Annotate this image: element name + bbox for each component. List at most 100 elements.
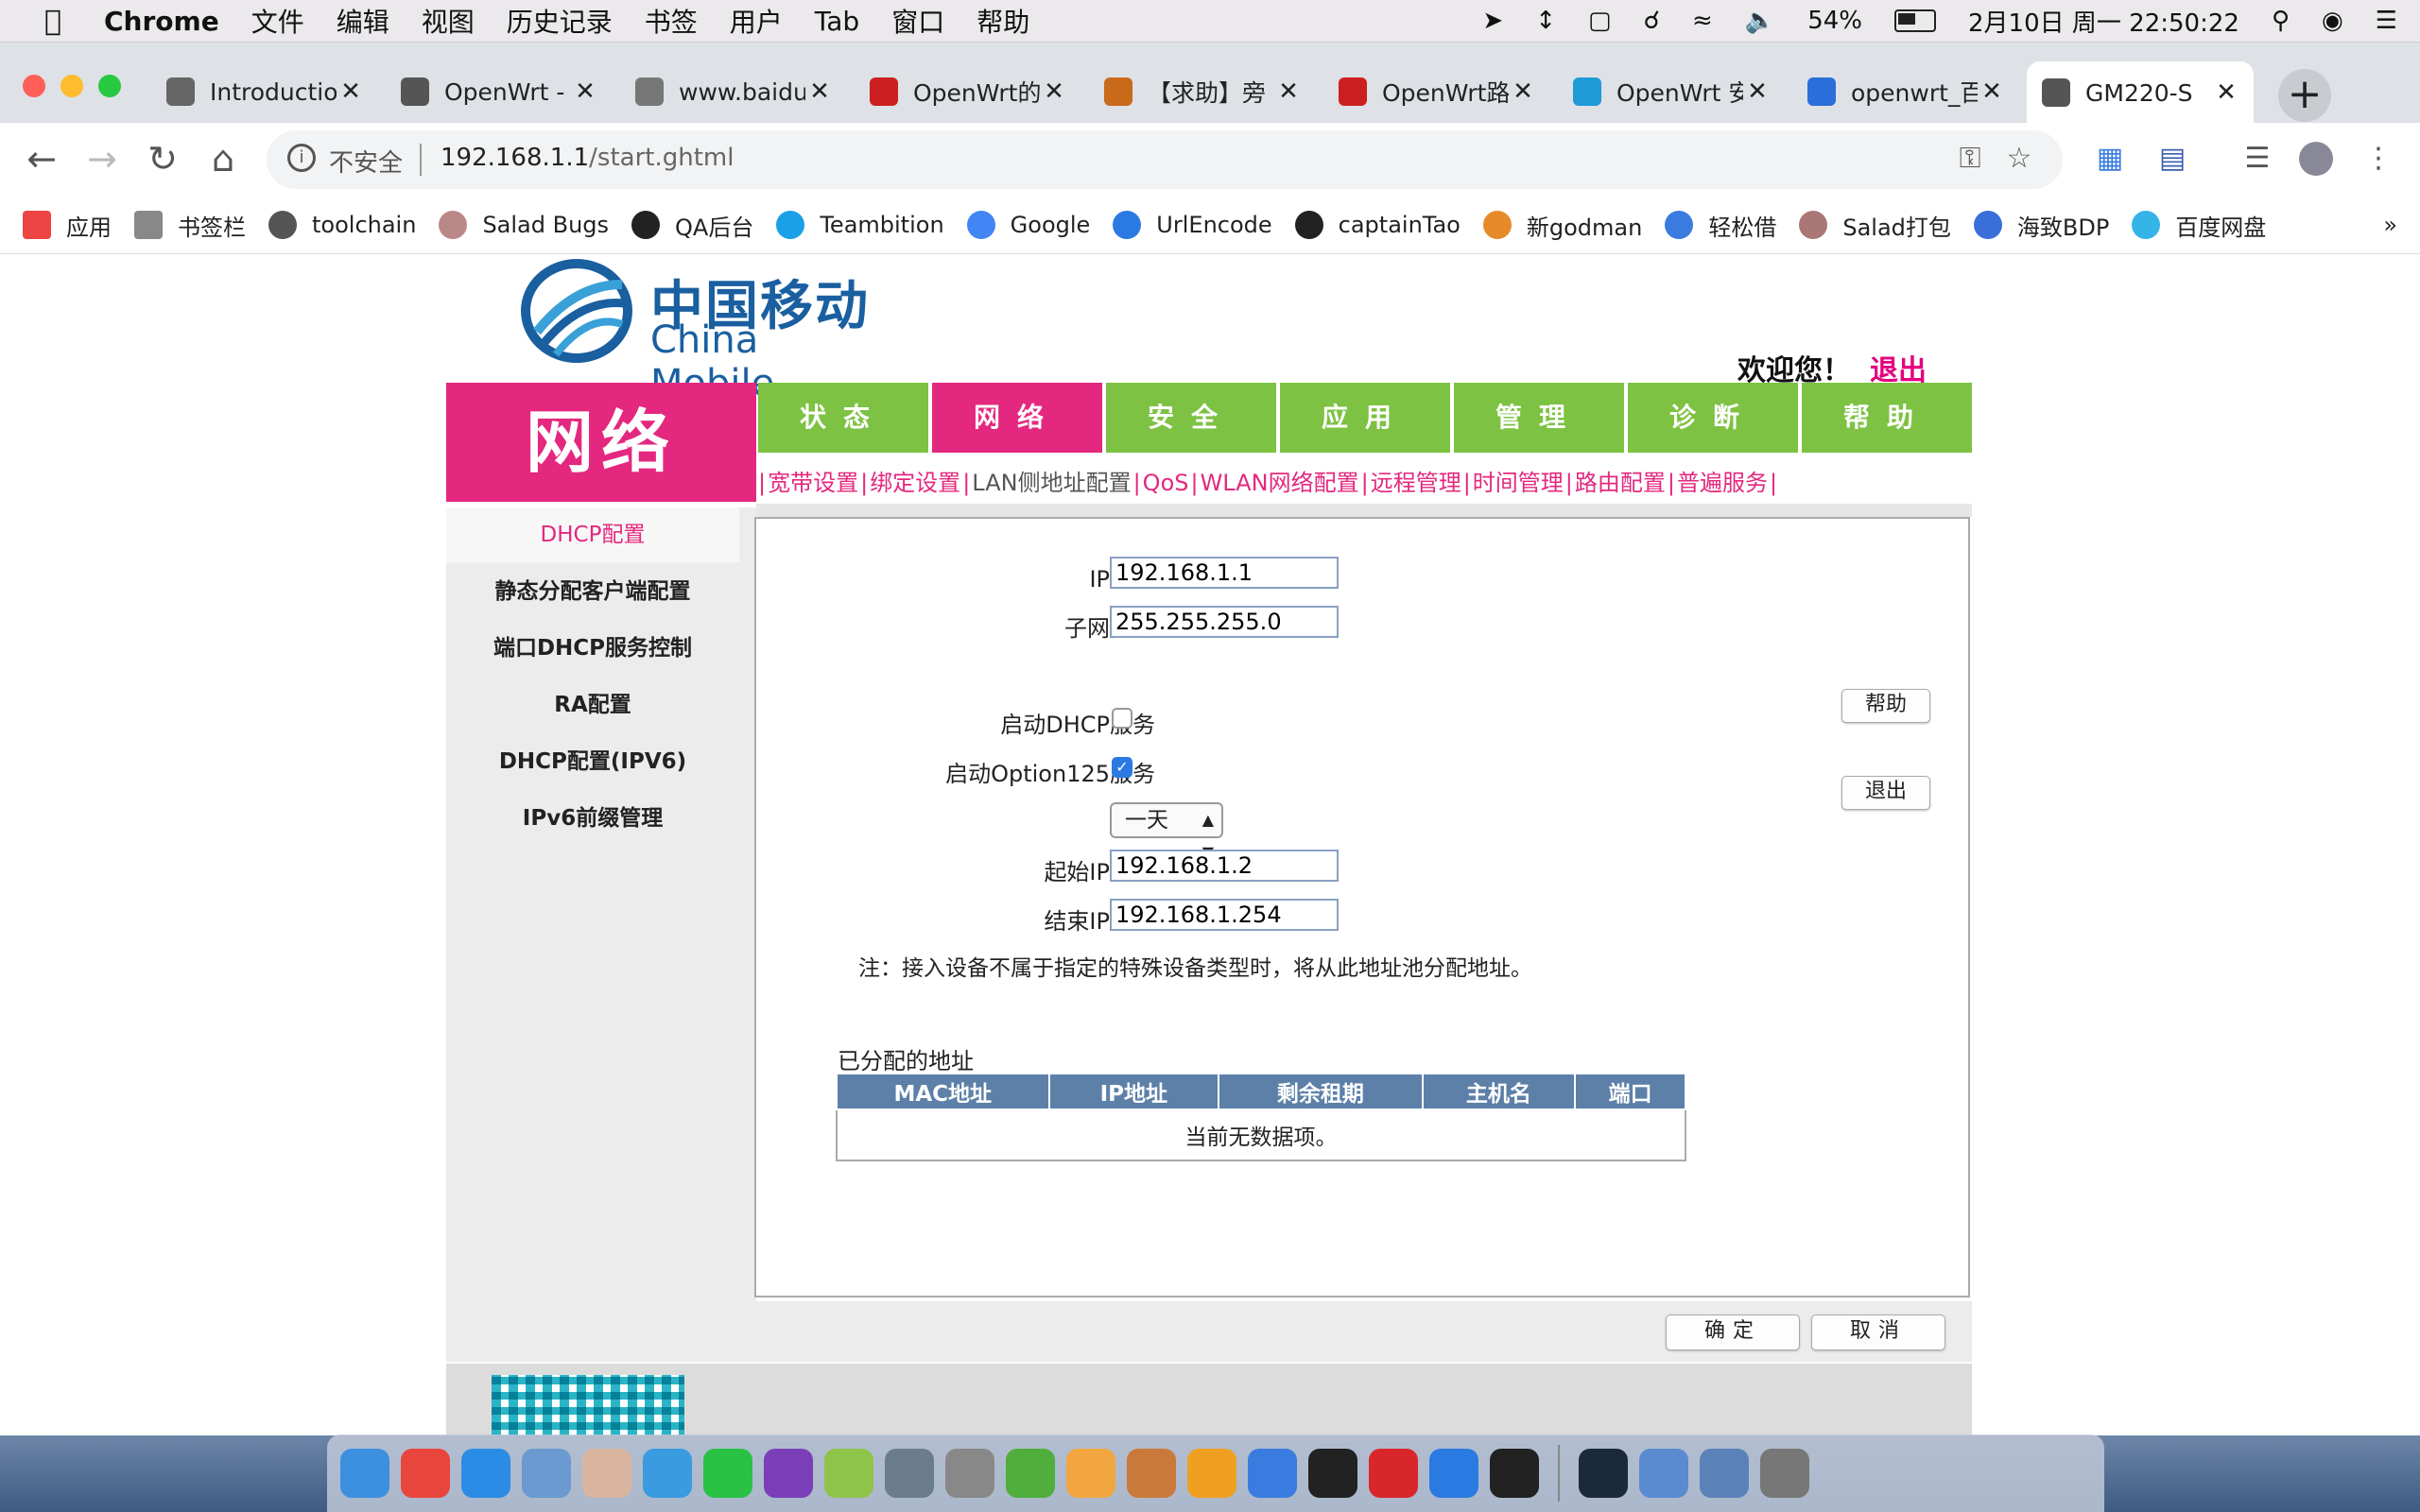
tab-4[interactable]: 【求助】旁 ✕ (1089, 61, 1316, 122)
bookmark-item[interactable]: 应用 (23, 209, 112, 242)
translate-extension-icon[interactable]: ▦ (2093, 142, 2127, 176)
column-header[interactable]: MAC地址 (836, 1073, 1050, 1110)
main-nav-tab[interactable]: 帮助 (1802, 383, 1972, 453)
menu-view[interactable]: 视图 (422, 2, 475, 40)
left-menu-item[interactable]: IPv6前缀管理 (446, 791, 739, 846)
tab-0[interactable]: Introductio ✕ (151, 61, 378, 122)
left-menu-item[interactable]: RA配置 (446, 678, 739, 732)
chrome-menu-icon[interactable]: ⋮ (2361, 142, 2395, 176)
notification-center-icon[interactable]: ☰ (2376, 7, 2397, 35)
tab-2[interactable]: www.baidu ✕ (620, 61, 847, 122)
search-app-icon[interactable]: ☌ (1644, 7, 1660, 35)
tab-6[interactable]: OpenWrt 安 ✕ (1558, 61, 1785, 122)
close-tab-icon[interactable]: ✕ (1978, 77, 2006, 106)
bookmark-item[interactable]: 新godman (1482, 209, 1642, 242)
dock-app-icon[interactable] (764, 1449, 813, 1498)
end-ip-input[interactable] (1110, 899, 1339, 931)
send-icon[interactable]: ➤ (1482, 7, 1503, 35)
main-nav-tab[interactable]: 网络 (932, 383, 1102, 453)
cancel-button[interactable]: 取消 (1811, 1314, 1945, 1350)
dock-app-icon[interactable] (945, 1449, 994, 1498)
tab-3[interactable]: OpenWrt的 ✕ (855, 61, 1081, 122)
close-window-button[interactable] (23, 75, 45, 97)
volume-icon[interactable]: 🔈 (1745, 7, 1775, 35)
dock-app-icon[interactable] (1760, 1449, 1809, 1498)
dock-app-icon[interactable] (1308, 1449, 1357, 1498)
left-menu-item[interactable]: DHCP配置 (446, 507, 739, 562)
dock-app-icon[interactable] (1187, 1449, 1236, 1498)
wifi-icon[interactable]: ≈ (1692, 7, 1713, 35)
dhcp-service-checkbox[interactable] (1112, 708, 1132, 729)
sub-nav-link[interactable]: 宽带设置 (768, 470, 858, 496)
transfer-icon[interactable]: ↕ (1535, 7, 1556, 35)
bookmark-item[interactable]: 海致BDP (1973, 209, 2109, 242)
ip-input[interactable] (1110, 557, 1339, 589)
sub-nav-link[interactable]: WLAN网络配置 (1201, 470, 1359, 496)
tab-5[interactable]: OpenWrt路 ✕ (1323, 61, 1550, 122)
bookmark-item[interactable]: QA后台 (631, 209, 753, 242)
column-header[interactable]: 端口 (1574, 1073, 1686, 1110)
column-header[interactable]: 主机名 (1421, 1073, 1577, 1110)
dock-app-icon[interactable] (1066, 1449, 1115, 1498)
dock-app-icon[interactable] (340, 1449, 389, 1498)
left-menu-item[interactable]: 静态分配客户端配置 (446, 564, 739, 619)
back-icon[interactable]: ← (19, 136, 64, 181)
dock-app-icon[interactable] (1490, 1449, 1539, 1498)
left-menu-item[interactable]: DHCP配置(IPV6) (446, 734, 739, 789)
close-tab-icon[interactable]: ✕ (2212, 78, 2240, 107)
bookmark-item[interactable]: Salad Bugs (439, 211, 609, 239)
main-nav-tab[interactable]: 管理 (1454, 383, 1624, 453)
sub-nav-link[interactable]: 路由配置 (1575, 470, 1666, 496)
dock-app-icon[interactable] (643, 1449, 692, 1498)
key-icon[interactable]: ⚿ (1953, 142, 1987, 176)
menu-file[interactable]: 文件 (251, 2, 304, 40)
dock-app-icon[interactable] (1006, 1449, 1055, 1498)
menu-help[interactable]: 帮助 (977, 2, 1029, 40)
minimize-window-button[interactable] (60, 75, 83, 97)
menu-history[interactable]: 历史记录 (507, 2, 613, 40)
close-tab-icon[interactable]: ✕ (1743, 77, 1772, 106)
siri-icon[interactable]: ◉ (2322, 7, 2343, 35)
menu-tab[interactable]: Tab (815, 6, 859, 37)
main-nav-tab[interactable]: 状态 (758, 383, 928, 453)
sub-nav-link[interactable]: 普遍服务 (1677, 470, 1768, 496)
sub-nav-link[interactable]: 远程管理 (1371, 470, 1461, 496)
bookmark-item[interactable]: Teambition (776, 211, 944, 239)
spotlight-icon[interactable]: ⚲ (2272, 7, 2290, 35)
left-menu-item[interactable]: 端口DHCP服务控制 (446, 621, 739, 676)
exit-button[interactable]: 退出 (1841, 776, 1930, 810)
sub-nav-link[interactable]: 绑定设置 (870, 470, 960, 496)
close-tab-icon[interactable]: ✕ (337, 77, 365, 106)
zoom-window-button[interactable] (98, 75, 121, 97)
info-icon[interactable]: i (287, 144, 316, 172)
menu-edit[interactable]: 编辑 (337, 2, 389, 40)
dock-app-icon[interactable] (1369, 1449, 1418, 1498)
dock-app-icon[interactable] (461, 1449, 510, 1498)
battery-percent[interactable]: 54% (1807, 7, 1862, 35)
dock-app-icon[interactable] (1700, 1449, 1749, 1498)
screenshot-icon[interactable]: ▢ (1588, 7, 1612, 35)
close-tab-icon[interactable]: ✕ (1274, 77, 1303, 106)
bookmark-star-icon[interactable]: ☆ (2002, 142, 2036, 176)
dock-app-icon[interactable] (1429, 1449, 1478, 1498)
bookmark-item[interactable]: 百度网盘 (2132, 209, 2266, 242)
dock-app-icon[interactable] (824, 1449, 873, 1498)
main-nav-tab[interactable]: 应用 (1280, 383, 1450, 453)
more-bookmarks-icon[interactable]: » (2383, 212, 2397, 238)
address-bar[interactable]: i 不安全 192.168.1.1/start.ghtml ⚿ ☆ (267, 130, 2063, 189)
bookmark-item[interactable]: toolchain (268, 211, 416, 239)
new-tab-button[interactable]: + (2278, 69, 2331, 122)
menu-people[interactable]: 用户 (730, 2, 783, 40)
sub-nav-link[interactable]: 时间管理 (1473, 470, 1564, 496)
dock-app-icon[interactable] (1248, 1449, 1297, 1498)
dock-app-icon[interactable] (1579, 1449, 1628, 1498)
mask-input[interactable] (1110, 606, 1339, 638)
tab-7[interactable]: openwrt_百 ✕ (1792, 61, 2019, 122)
tab-8[interactable]: GM220-S ✕ (2027, 61, 2254, 124)
confirm-button[interactable]: 确定 (1666, 1314, 1800, 1350)
bookmark-item[interactable]: 轻松借 (1665, 209, 1776, 242)
close-tab-icon[interactable]: ✕ (1040, 77, 1068, 106)
option125-checkbox[interactable]: ✓ (1112, 757, 1132, 778)
dock-app-icon[interactable] (522, 1449, 571, 1498)
start-ip-input[interactable] (1110, 850, 1339, 882)
